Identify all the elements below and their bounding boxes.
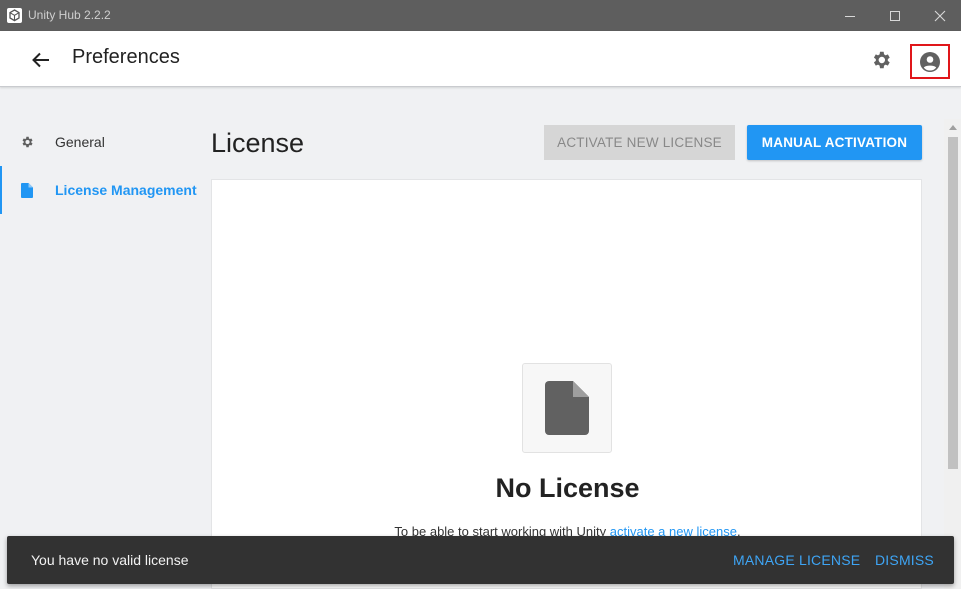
document-icon (545, 381, 589, 435)
snackbar-message: You have no valid license (31, 552, 189, 568)
scrollbar-thumb[interactable] (948, 137, 958, 469)
maximize-icon[interactable] (872, 0, 918, 31)
manage-license-button[interactable]: MANAGE LICENSE (733, 552, 860, 568)
license-card: No License To be able to start working w… (211, 179, 922, 589)
unity-logo-icon (7, 8, 22, 23)
dismiss-button[interactable]: DISMISS (875, 552, 934, 568)
sidebar-item-label: License Management (55, 182, 197, 198)
page-title: Preferences (72, 46, 180, 68)
minimize-icon[interactable] (827, 0, 873, 31)
close-icon[interactable] (917, 0, 961, 31)
app-header: Preferences (0, 31, 961, 87)
back-arrow-icon[interactable] (28, 47, 54, 73)
license-placeholder (522, 363, 612, 453)
license-heading: License (211, 128, 305, 158)
account-circle-icon (920, 51, 940, 72)
settings-gear-icon[interactable] (868, 47, 894, 73)
account-button[interactable] (910, 44, 950, 79)
activate-new-license-button[interactable]: ACTIVATE NEW LICENSE (544, 125, 735, 160)
sidebar-item-general[interactable]: General (0, 118, 200, 166)
gear-icon (20, 134, 34, 150)
sidebar-item-label: General (55, 134, 105, 150)
preferences-sidebar: General License Management (0, 118, 200, 214)
scroll-up-arrow-icon[interactable] (948, 122, 958, 132)
document-icon (20, 182, 34, 198)
empty-state-title: No License (495, 473, 640, 503)
manual-activation-button[interactable]: MANUAL ACTIVATION (747, 125, 922, 160)
sidebar-item-license-management[interactable]: License Management (0, 166, 200, 214)
window-titlebar: Unity Hub 2.2.2 (0, 0, 961, 31)
license-snackbar: You have no valid license MANAGE LICENSE… (7, 536, 954, 584)
window-title: Unity Hub 2.2.2 (28, 8, 111, 22)
